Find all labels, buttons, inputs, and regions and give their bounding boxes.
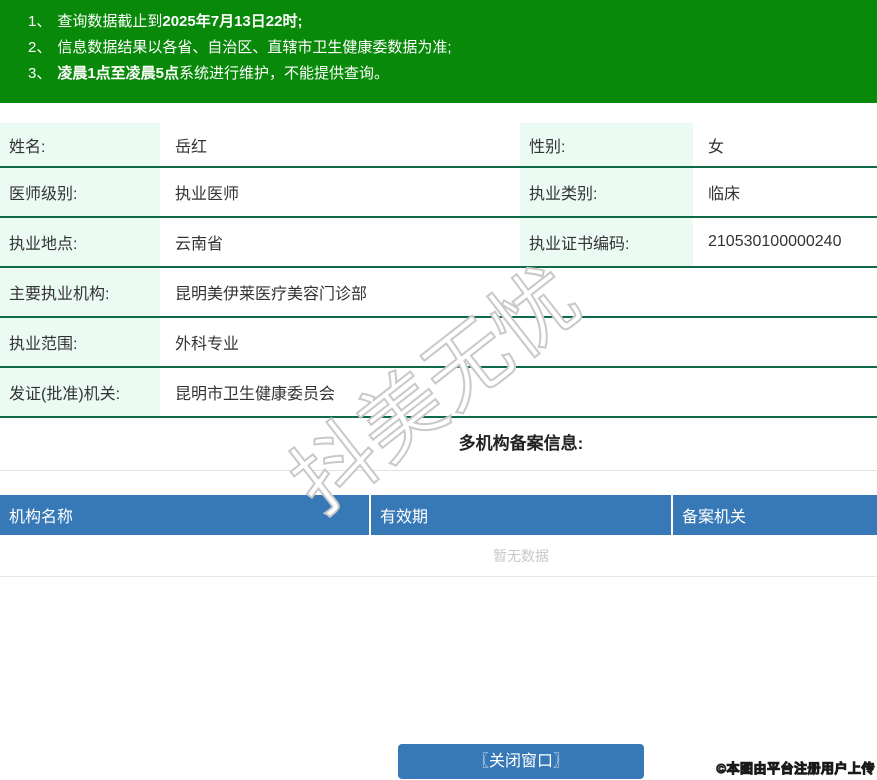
table-row: 执业地点: 云南省 执业证书编码: 210530100000240: [0, 217, 877, 268]
gender-value: 女: [693, 123, 877, 168]
multi-institution-section-title: 多机构备案信息:: [0, 418, 877, 471]
notice-number: 1、: [28, 13, 52, 30]
copyright-notice: ©本图由平台注册用户上传: [716, 761, 875, 777]
registration-table: 机构名称 有效期 备案机关 暂无数据: [0, 495, 877, 577]
doctor-level-label: 医师级别:: [0, 167, 160, 218]
table-row: 主要执业机构: 昆明美伊莱医疗美容门诊部: [0, 267, 877, 318]
notice-text-bold: 凌晨1点至凌晨5点: [57, 65, 180, 82]
practice-category-label: 执业类别:: [520, 167, 693, 218]
table-row: 发证(批准)机关: 昆明市卫生健康委员会: [0, 367, 877, 418]
page: 1、 查询数据截止到2025年7月13日22时; 2、 信息数据结果以各省、自治区、…: [0, 0, 877, 779]
table-row: 暂无数据: [0, 535, 877, 577]
notice-bar: 1、 查询数据截止到2025年7月13日22时; 2、 信息数据结果以各省、自治区、…: [0, 0, 877, 103]
notice-line-1: 1、 查询数据截止到2025年7月13日22时;: [28, 9, 877, 35]
column-header-filing-authority: 备案机关: [671, 495, 877, 535]
table-row: 医师级别: 执业医师 执业类别: 临床: [0, 167, 877, 218]
license-query-result-window: 1、 查询数据截止到2025年7月13日22时; 2、 信息数据结果以各省、自治区、…: [0, 0, 877, 780]
practice-location-label: 执业地点:: [0, 217, 160, 268]
practice-category-value: 临床: [693, 167, 877, 218]
column-header-validity-period: 有效期: [369, 495, 672, 535]
main-institution-label: 主要执业机构:: [0, 267, 160, 318]
certificate-number-label: 执业证书编码:: [520, 217, 693, 268]
notice-text: 查询数据截止到: [57, 13, 163, 30]
empty-data-message: 暂无数据: [0, 535, 877, 577]
doctor-level-value: 执业医师: [160, 167, 520, 218]
issuing-authority-value: 昆明市卫生健康委员会: [160, 367, 877, 418]
notice-text-bold: 2025年7月13日22时;: [162, 13, 303, 30]
issuing-authority-label: 发证(批准)机关:: [0, 367, 160, 418]
notice-text: 系统进行维护，不能提供查询。: [179, 65, 390, 82]
main-institution-value: 昆明美伊莱医疗美容门诊部: [160, 267, 877, 318]
close-window-button[interactable]: 〖关闭窗口〗: [398, 744, 644, 779]
table-row: 姓名: 岳红 性别: 女: [0, 123, 877, 168]
registration-table-header-row: 机构名称 有效期 备案机关: [0, 495, 877, 535]
certificate-number-value: 210530100000240: [693, 217, 877, 268]
table-row: 执业范围: 外科专业: [0, 317, 877, 368]
notice-line-2: 2、 信息数据结果以各省、自治区、直辖市卫生健康委数据为准;: [28, 35, 877, 61]
practitioner-info-table: 姓名: 岳红 性别: 女 医师级别: 执业医师 执业类别: 临床 执业地点: 云…: [0, 123, 877, 418]
gender-label: 性别:: [520, 123, 693, 168]
name-value: 岳红: [160, 123, 520, 168]
notice-number: 2、: [28, 39, 52, 56]
column-header-institution-name: 机构名称: [0, 495, 370, 535]
practice-scope-value: 外科专业: [160, 317, 877, 368]
name-label: 姓名:: [0, 123, 160, 168]
practice-scope-label: 执业范围:: [0, 317, 160, 368]
notice-line-3: 3、 凌晨1点至凌晨5点系统进行维护，不能提供查询。: [28, 61, 877, 87]
notice-number: 3、: [28, 65, 52, 82]
notice-text: 信息数据结果以各省、自治区、直辖市卫生健康委数据为准;: [57, 39, 452, 56]
practice-location-value: 云南省: [160, 217, 520, 268]
